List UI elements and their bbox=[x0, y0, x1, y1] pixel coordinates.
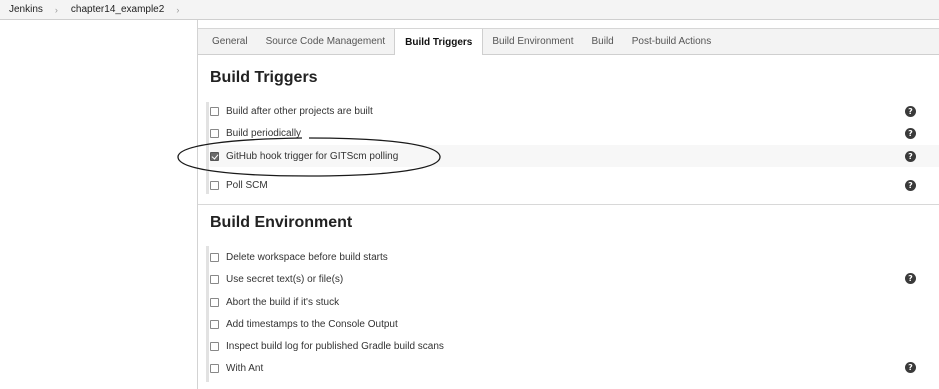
env-option-with-ant[interactable]: With Ant bbox=[210, 357, 922, 379]
help-icon[interactable]: ? bbox=[905, 273, 916, 284]
section-divider bbox=[206, 246, 209, 382]
env-option-gradle-build-scans[interactable]: Inspect build log for published Gradle b… bbox=[210, 335, 922, 357]
config-tab-bar: General Source Code Management Build Tri… bbox=[198, 28, 939, 55]
breadcrumb: Jenkins › chapter14_example2 › bbox=[0, 0, 939, 20]
build-environment-section: Build Environment Delete workspace befor… bbox=[198, 204, 939, 389]
checkbox[interactable] bbox=[210, 363, 219, 373]
option-label: Add timestamps to the Console Output bbox=[226, 318, 398, 330]
breadcrumb-separator-icon: › bbox=[176, 4, 180, 15]
help-icon[interactable]: ? bbox=[905, 362, 916, 373]
trigger-option-poll-scm[interactable]: Poll SCM bbox=[210, 174, 922, 196]
checkbox[interactable] bbox=[210, 106, 219, 116]
section-divider bbox=[206, 102, 209, 194]
option-label: Build periodically bbox=[226, 127, 302, 139]
tab-build-triggers[interactable]: Build Triggers bbox=[394, 29, 484, 55]
tab-build-environment[interactable]: Build Environment bbox=[483, 29, 582, 54]
help-icon[interactable]: ? bbox=[905, 180, 916, 191]
env-option-secret-text[interactable]: Use secret text(s) or file(s) bbox=[210, 268, 922, 290]
tab-source-code-management[interactable]: Source Code Management bbox=[257, 29, 395, 54]
build-triggers-title: Build Triggers bbox=[210, 69, 318, 86]
env-option-delete-workspace[interactable]: Delete workspace before build starts bbox=[210, 246, 922, 268]
help-icon[interactable]: ? bbox=[905, 106, 916, 117]
env-option-abort-if-stuck[interactable]: Abort the build if it's stuck bbox=[210, 291, 922, 313]
breadcrumb-item-job[interactable]: chapter14_example2 bbox=[62, 4, 172, 15]
checkbox[interactable] bbox=[210, 341, 219, 351]
build-triggers-section: Build Triggers Build after other project… bbox=[198, 56, 939, 203]
option-label: Delete workspace before build starts bbox=[226, 251, 388, 263]
left-side-panel bbox=[0, 20, 198, 389]
option-label: Poll SCM bbox=[226, 179, 268, 191]
checkbox[interactable] bbox=[210, 128, 219, 138]
checkbox[interactable] bbox=[210, 297, 219, 307]
trigger-option-build-periodically[interactable]: Build periodically bbox=[210, 122, 922, 144]
trigger-option-github-hook[interactable]: GitHub hook trigger for GITScm polling bbox=[210, 145, 939, 167]
checkbox[interactable] bbox=[210, 319, 219, 329]
help-icon[interactable]: ? bbox=[905, 128, 916, 139]
checkbox[interactable] bbox=[210, 252, 219, 262]
option-label: Use secret text(s) or file(s) bbox=[226, 273, 344, 285]
checkbox[interactable] bbox=[210, 180, 219, 190]
checkbox[interactable] bbox=[210, 274, 219, 284]
breadcrumb-item-jenkins[interactable]: Jenkins bbox=[0, 4, 51, 15]
tab-post-build-actions[interactable]: Post-build Actions bbox=[623, 29, 721, 54]
option-label: Build after other projects are built bbox=[226, 105, 373, 117]
tab-build[interactable]: Build bbox=[583, 29, 623, 54]
trigger-option-build-after-other-projects[interactable]: Build after other projects are built bbox=[210, 100, 922, 122]
option-label: GitHub hook trigger for GITScm polling bbox=[226, 150, 399, 162]
checkbox-checked[interactable] bbox=[210, 151, 219, 161]
option-label: Abort the build if it's stuck bbox=[226, 296, 340, 308]
breadcrumb-separator-icon: › bbox=[54, 4, 58, 15]
env-option-add-timestamps[interactable]: Add timestamps to the Console Output bbox=[210, 313, 922, 335]
build-environment-title: Build Environment bbox=[210, 214, 353, 231]
help-icon[interactable]: ? bbox=[905, 151, 916, 162]
option-label: With Ant bbox=[226, 362, 264, 374]
tab-general[interactable]: General bbox=[198, 29, 257, 54]
option-label: Inspect build log for published Gradle b… bbox=[226, 340, 444, 352]
